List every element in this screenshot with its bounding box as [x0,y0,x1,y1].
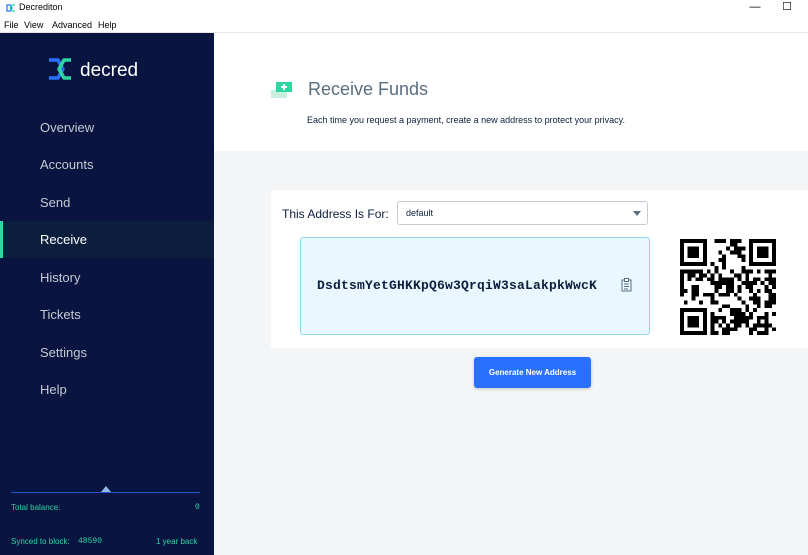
decred-logo: decred [47,57,167,86]
menu-bar: File View Advanced Help [0,17,808,33]
address-for-label: This Address Is For: [282,207,389,221]
sidebar-item-help[interactable]: Help [0,371,214,408]
sidebar-item-accounts[interactable]: Accounts [0,146,214,183]
menu-advanced[interactable]: Advanced [52,20,92,30]
decred-logo-icon: decred [49,58,138,81]
title-bar: Decrediton — ☐ [0,0,808,17]
account-select-value: default [406,208,434,218]
sidebar-item-settings[interactable]: Settings [0,334,214,371]
minimize-button[interactable]: — [740,0,770,17]
menu-view[interactable]: View [24,20,43,30]
maximize-button[interactable]: ☐ [772,0,802,17]
decred-logo-icon [6,4,15,12]
main-content: This Address Is For: default DsdtsmYetGH… [214,151,808,555]
balance-divider [11,492,200,493]
receive-funds-icon [271,82,292,98]
total-balance-label: Total balance: [11,503,61,512]
synced-label: Synced to block: [11,537,70,546]
sidebar-item-receive[interactable]: Receive [0,221,214,258]
page-header: Receive Funds Each time you request a pa… [214,33,808,151]
generate-new-address-button[interactable]: Generate New Address [474,357,591,388]
receive-card: This Address Is For: default DsdtsmYetGH… [271,190,808,348]
sidebar-item-overview[interactable]: Overview [0,109,214,146]
synced-block: 48590 [78,537,103,546]
qr-code [680,239,776,335]
account-select[interactable]: default [397,201,648,225]
menu-help[interactable]: Help [98,20,117,30]
sidebar: decred Overview Accounts Send Receive Hi… [0,33,214,555]
logo-text: decred [80,60,138,81]
sidebar-item-tickets[interactable]: Tickets [0,296,214,333]
menu-file[interactable]: File [4,20,19,30]
page-description: Each time you request a payment, create … [307,115,625,125]
total-balance-value: 0 [195,503,200,512]
sidebar-item-history[interactable]: History [0,259,214,296]
sidebar-item-send[interactable]: Send [0,184,214,221]
clipboard-copy-icon[interactable] [621,278,633,292]
page-title: Receive Funds [308,79,429,99]
synced-ago: 1 year back [156,537,198,546]
receive-address[interactable]: DsdtsmYetGHKKpQ6w3QrqiW3saLakpkWwcK [317,278,597,293]
window-title: Decrediton [19,2,63,12]
caret-down-icon [633,211,641,216]
address-box[interactable]: DsdtsmYetGHKKpQ6w3QrqiW3saLakpkWwcK [300,237,650,335]
